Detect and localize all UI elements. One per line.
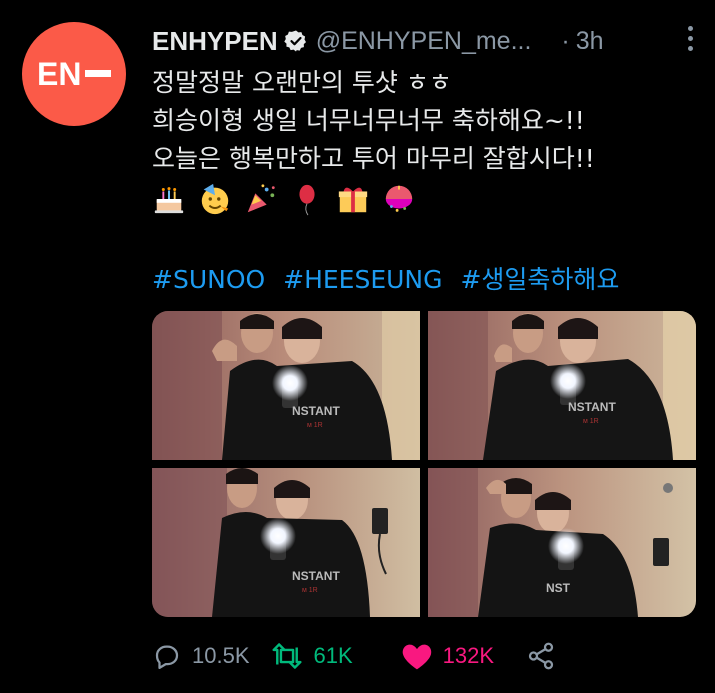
- retweet-count: 61K: [313, 643, 353, 668]
- heart-icon: [402, 644, 431, 670]
- more-options-icon[interactable]: [688, 26, 693, 51]
- share-icon: [528, 642, 554, 670]
- tweet-actions: 10.5K 61K 132K: [152, 638, 576, 674]
- display-name[interactable]: ENHYPEN: [152, 26, 278, 57]
- partying-face-icon: [201, 183, 229, 215]
- svg-text:ᴍ 1R: ᴍ 1R: [302, 587, 318, 594]
- tweet-line: 정말정말 오랜만의 투샷 ㅎㅎ: [152, 68, 452, 97]
- svg-text:ᴍ 1R: ᴍ 1R: [307, 422, 323, 429]
- svg-text:EN: EN: [37, 56, 81, 92]
- hashtag-link[interactable]: #SUNOO: [152, 265, 265, 294]
- svg-text:NSTANT: NSTANT: [292, 404, 340, 418]
- svg-text:NSTANT: NSTANT: [292, 569, 340, 583]
- svg-text:NSTANT: NSTANT: [568, 400, 616, 414]
- photo-1[interactable]: NSTANT ᴍ 1R: [152, 311, 420, 460]
- separator-dot: ·: [561, 26, 570, 55]
- tweet-line: 오늘은 행복만하고 투어 마무리 잘합시다!!: [152, 144, 595, 173]
- hashtag-link[interactable]: #HEESEUNG: [283, 265, 442, 294]
- retweet-icon: [271, 643, 302, 669]
- gift-icon: [338, 187, 368, 213]
- share-button[interactable]: [526, 641, 556, 671]
- tweet-text: 정말정말 오랜만의 투샷 ㅎㅎ 희승이형 생일 너무너무너무 축하해요~!! 오…: [152, 64, 705, 178]
- like-count: 132K: [442, 643, 495, 668]
- reply-icon: [155, 645, 179, 669]
- photo-4[interactable]: NST: [428, 468, 696, 617]
- media-grid: NSTANT ᴍ 1R NSTANT ᴍ 1R NSTANT ᴍ 1R NST: [152, 311, 696, 617]
- svg-text:ᴍ 1R: ᴍ 1R: [583, 418, 599, 425]
- user-handle[interactable]: @ENHYPEN_me...: [316, 27, 532, 56]
- birthday-cake-icon: [154, 187, 184, 214]
- photo-2[interactable]: NSTANT ᴍ 1R: [428, 311, 696, 460]
- svg-text:NST: NST: [546, 581, 571, 595]
- party-popper-icon: [247, 184, 275, 213]
- hashtag-list: #SUNOO #HEESEUNG #생일축하해요: [152, 260, 629, 296]
- balloon-icon: [299, 184, 315, 216]
- enhypen-logo: EN: [37, 56, 111, 92]
- emoji-row: [152, 182, 416, 216]
- tweet-header: ENHYPEN @ENHYPEN_me... · 3h: [152, 22, 695, 60]
- tweet-line: 희승이형 생일 너무너무너무 축하해요~!!: [152, 106, 585, 135]
- verified-badge-icon: [284, 29, 308, 53]
- like-button[interactable]: 132K: [401, 641, 494, 671]
- retweet-button[interactable]: 61K: [270, 641, 353, 671]
- photo-3[interactable]: NSTANT ᴍ 1R: [152, 468, 420, 617]
- reply-count: 10.5K: [192, 643, 250, 668]
- avatar[interactable]: EN: [22, 22, 126, 126]
- hashtag-link[interactable]: #생일축하해요: [460, 265, 619, 294]
- confetti-ball-icon: [385, 185, 413, 212]
- timestamp[interactable]: 3h: [576, 27, 604, 56]
- reply-button[interactable]: 10.5K: [152, 641, 250, 671]
